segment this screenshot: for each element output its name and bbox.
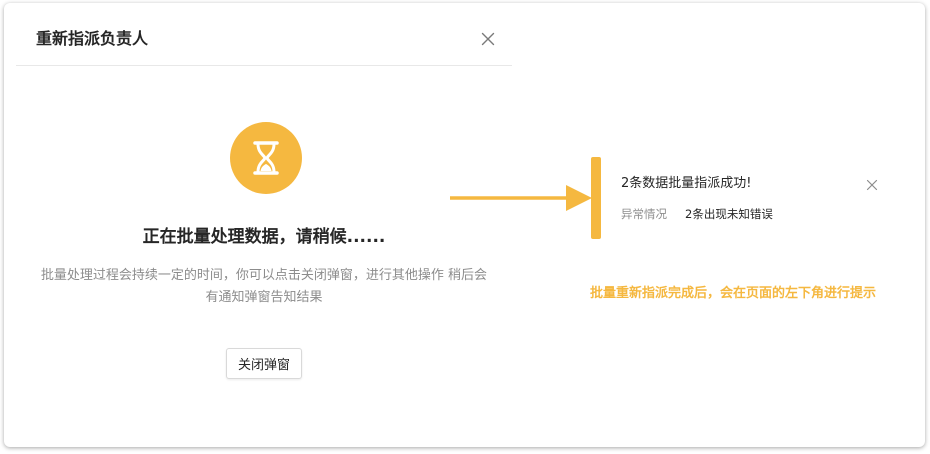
notification-title: 2条数据批量指派成功!: [621, 176, 752, 191]
modal-frame: 重新指派负责人 正在批量处理数据，请稍候...... 批量处理过程会持续一定的时…: [4, 3, 925, 447]
close-icon[interactable]: [479, 30, 497, 48]
caption-hint: 批量重新指派完成后，会在页面的左下角进行提示: [590, 286, 877, 301]
loading-title: 正在批量处理数据，请稍候......: [142, 227, 386, 247]
notification-value: 2条出现未知错误: [685, 207, 773, 221]
notification-accent-bar: [591, 157, 601, 239]
notification-toast: 2条数据批量指派成功! 异常情况 2条出现未知错误: [591, 157, 891, 239]
hourglass-icon: [230, 122, 302, 194]
notification-label: 异常情况: [621, 207, 667, 221]
modal-title: 重新指派负责人: [36, 29, 149, 48]
modal-header: 重新指派负责人: [16, 3, 512, 66]
close-modal-button[interactable]: 关闭弹窗: [226, 348, 302, 379]
loading-description: 批量处理过程会持续一定的时间，你可以点击关闭弹窗，进行其他操作 稍后会有通知弹窗…: [40, 268, 488, 305]
arrow-right-icon: [450, 183, 592, 217]
notification-close-icon[interactable]: [865, 177, 879, 191]
